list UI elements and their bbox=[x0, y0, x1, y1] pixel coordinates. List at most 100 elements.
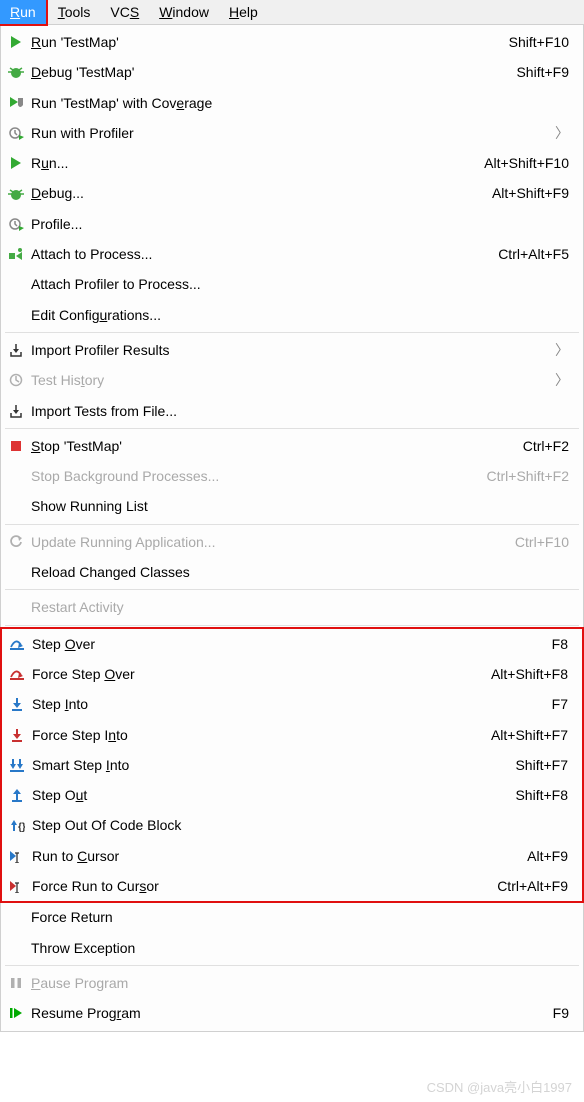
import-icon bbox=[5, 402, 27, 420]
refresh-grey-icon bbox=[5, 533, 27, 551]
step-out-icon bbox=[6, 786, 28, 804]
blank-icon bbox=[5, 498, 27, 516]
menu-item-force-return[interactable]: Force Return bbox=[1, 902, 583, 932]
menu-item-step-into[interactable]: Step IntoF7 bbox=[2, 689, 582, 719]
menu-item-step-out[interactable]: Step Out Shift+F8 bbox=[2, 780, 582, 810]
bug-green-icon bbox=[5, 63, 27, 81]
step-over-icon bbox=[6, 635, 28, 653]
shortcut: Alt+Shift+F7 bbox=[491, 725, 568, 745]
menu-window[interactable]: Window bbox=[149, 0, 219, 24]
menu-help[interactable]: Help bbox=[219, 0, 268, 24]
chevron-right-icon: 〉 bbox=[553, 123, 569, 143]
menu-item-label: Force Step Into bbox=[28, 725, 479, 745]
separator bbox=[5, 332, 579, 333]
menu-item-run[interactable]: Run... Alt+Shift+F10 bbox=[1, 148, 583, 178]
menu-item-run-testmap-with-coverage[interactable]: Run 'TestMap' with Coverage bbox=[1, 88, 583, 118]
blank-icon bbox=[5, 563, 27, 581]
menubar: RunToolsVCSWindowHelp bbox=[0, 0, 584, 25]
shortcut: Shift+F9 bbox=[516, 62, 569, 82]
menu-item-label: Import Tests from File... bbox=[27, 401, 569, 421]
shortcut: F8 bbox=[552, 634, 568, 654]
menu-item-throw-exception[interactable]: Throw Exception bbox=[1, 933, 583, 963]
shortcut: Ctrl+Shift+F2 bbox=[487, 466, 569, 486]
shortcut: Alt+Shift+F8 bbox=[491, 664, 568, 684]
shortcut: Alt+F9 bbox=[527, 846, 568, 866]
menu-item-label: Reload Changed Classes bbox=[27, 562, 569, 582]
run-menu-dropdown: Run 'TestMap'Shift+F10Debug 'TestMap'Shi… bbox=[0, 25, 584, 1032]
menu-item-run-to-cursor[interactable]: Run to Cursor Alt+F9 bbox=[2, 841, 582, 871]
resume-icon bbox=[5, 1004, 27, 1022]
play-green-icon bbox=[5, 154, 27, 172]
step-into-icon bbox=[6, 695, 28, 713]
menu-item-force-step-into[interactable]: Force Step Into Alt+Shift+F7 bbox=[2, 720, 582, 750]
menu-item-resume-program[interactable]: Resume Program F9 bbox=[1, 998, 583, 1028]
menu-run[interactable]: Run bbox=[0, 0, 48, 26]
separator bbox=[5, 625, 579, 626]
menu-item-label: Force Run to Cursor bbox=[28, 876, 485, 896]
menu-item-label: Import Profiler Results bbox=[27, 340, 553, 360]
coverage-icon bbox=[5, 94, 27, 112]
clock-arrow-icon bbox=[5, 124, 27, 142]
menu-item-label: Resume Program bbox=[27, 1003, 541, 1023]
menu-item-label: Test History bbox=[27, 370, 553, 390]
force-run-to-cursor-icon bbox=[6, 877, 28, 895]
watermark: CSDN @java亮小白1997 bbox=[427, 1077, 572, 1096]
menu-item-show-running-list[interactable]: Show Running List bbox=[1, 491, 583, 521]
menu-item-label: Pause Program bbox=[27, 973, 569, 993]
menu-item-label: Run... bbox=[27, 153, 472, 173]
menu-item-update-running-application: Update Running Application...Ctrl+F10 bbox=[1, 527, 583, 557]
menu-item-label: Show Running List bbox=[27, 496, 569, 516]
menu-item-label: Attach to Process... bbox=[27, 244, 486, 264]
menu-item-label: Force Step Over bbox=[28, 664, 479, 684]
menu-item-stop-testmap[interactable]: Stop 'TestMap'Ctrl+F2 bbox=[1, 431, 583, 461]
menu-item-test-history: Test History〉 bbox=[1, 365, 583, 395]
menu-item-label: Throw Exception bbox=[27, 938, 569, 958]
menu-item-label: Run to Cursor bbox=[28, 846, 515, 866]
menu-item-label: Step Out Of Code Block bbox=[28, 815, 568, 835]
menu-item-force-run-to-cursor[interactable]: Force Run to CursorCtrl+Alt+F9 bbox=[2, 871, 582, 901]
menu-item-label: Restart Activity bbox=[27, 597, 569, 617]
shortcut: Shift+F7 bbox=[515, 755, 568, 775]
menu-item-label: Stop Background Processes... bbox=[27, 466, 475, 486]
menu-item-label: Smart Step Into bbox=[28, 755, 503, 775]
clock-grey-icon bbox=[5, 371, 27, 389]
menu-item-label: Run 'TestMap' with Coverage bbox=[27, 93, 569, 113]
menu-item-label: Run 'TestMap' bbox=[27, 32, 497, 52]
shortcut: F9 bbox=[553, 1003, 569, 1023]
menu-item-step-over[interactable]: Step Over F8 bbox=[2, 629, 582, 659]
menu-item-debug[interactable]: Debug...Alt+Shift+F9 bbox=[1, 178, 583, 208]
menu-item-attach-profiler-to-process[interactable]: Attach Profiler to Process... bbox=[1, 269, 583, 299]
menu-item-label: Step Over bbox=[28, 634, 540, 654]
menu-item-profile[interactable]: Profile... bbox=[1, 209, 583, 239]
menu-item-import-tests-from-file[interactable]: Import Tests from File... bbox=[1, 396, 583, 426]
menu-item-label: Run with Profiler bbox=[27, 123, 553, 143]
shortcut: F7 bbox=[552, 694, 568, 714]
menu-item-reload-changed-classes[interactable]: Reload Changed Classes bbox=[1, 557, 583, 587]
menu-item-edit-configurations[interactable]: Edit Configurations... bbox=[1, 300, 583, 330]
menu-item-label: Debug... bbox=[27, 183, 480, 203]
menu-vcs[interactable]: VCS bbox=[100, 0, 149, 24]
menu-item-run-testmap[interactable]: Run 'TestMap'Shift+F10 bbox=[1, 27, 583, 57]
blank-icon bbox=[5, 908, 27, 926]
step-out-block-icon: {} bbox=[6, 817, 28, 835]
menu-item-label: Step Out bbox=[28, 785, 503, 805]
menu-item-debug-testmap[interactable]: Debug 'TestMap'Shift+F9 bbox=[1, 57, 583, 87]
chevron-right-icon: 〉 bbox=[553, 370, 569, 390]
shortcut: Shift+F8 bbox=[515, 785, 568, 805]
menu-item-force-step-over[interactable]: Force Step Over Alt+Shift+F8 bbox=[2, 659, 582, 689]
clock-arrow-icon bbox=[5, 215, 27, 233]
menu-item-label: Profile... bbox=[27, 214, 569, 234]
menu-tools[interactable]: Tools bbox=[48, 0, 101, 24]
menu-item-stop-background-processes: Stop Background Processes... Ctrl+Shift+F… bbox=[1, 461, 583, 491]
menu-item-run-with-profiler[interactable]: Run with Profiler〉 bbox=[1, 118, 583, 148]
menu-item-label: Stop 'TestMap' bbox=[27, 436, 511, 456]
menu-item-import-profiler-results[interactable]: Import Profiler Results〉 bbox=[1, 335, 583, 365]
blank-icon bbox=[5, 276, 27, 294]
import-icon bbox=[5, 341, 27, 359]
menu-item-step-out-of-code-block[interactable]: {}Step Out Of Code Block bbox=[2, 810, 582, 840]
svg-text:{}: {} bbox=[18, 822, 25, 833]
menu-item-smart-step-into[interactable]: Smart Step Into Shift+F7 bbox=[2, 750, 582, 780]
shortcut: Alt+Shift+F10 bbox=[484, 153, 569, 173]
menu-item-attach-to-process[interactable]: Attach to Process...Ctrl+Alt+F5 bbox=[1, 239, 583, 269]
run-to-cursor-icon bbox=[6, 847, 28, 865]
